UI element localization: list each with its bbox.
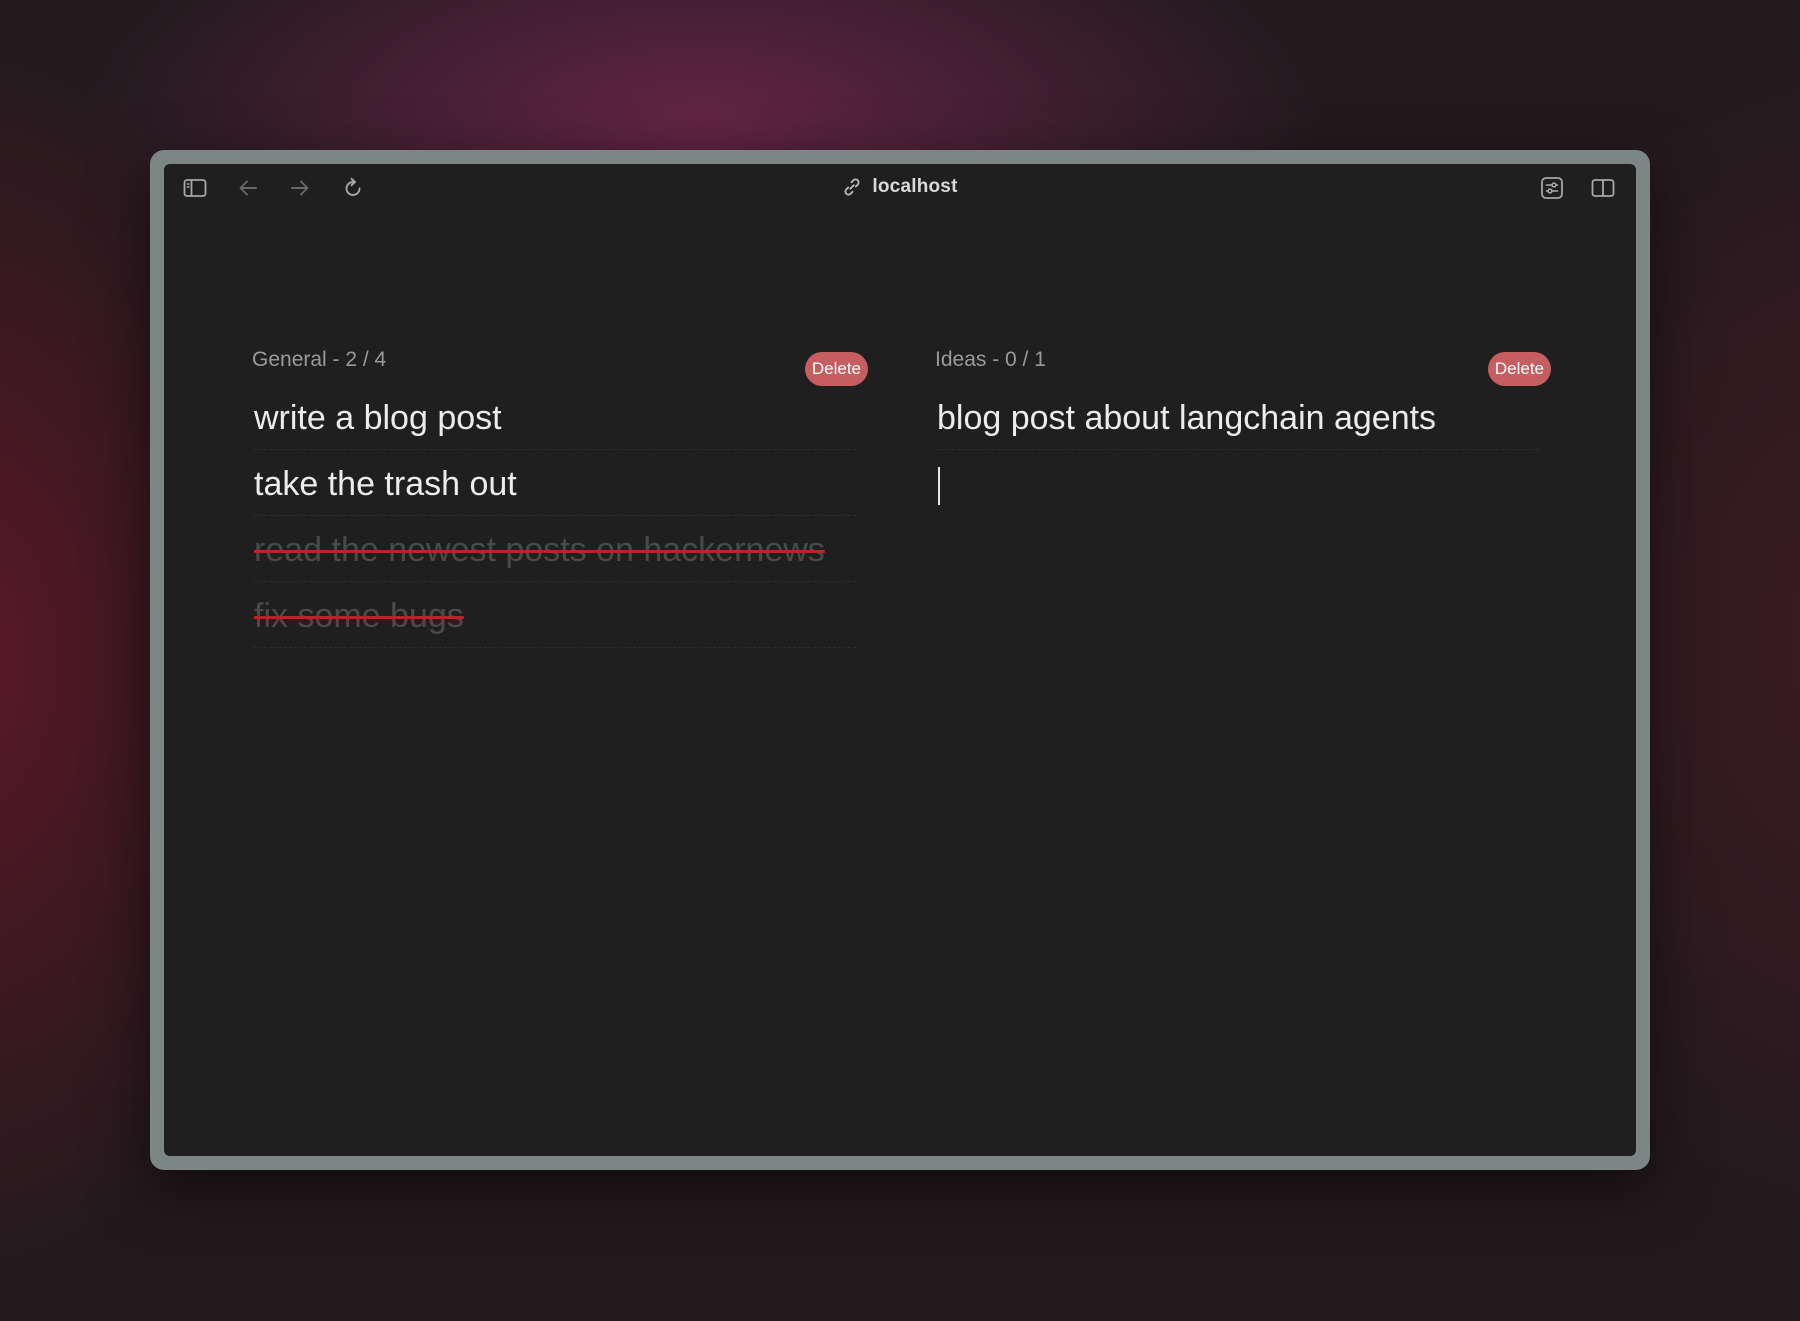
browser-toolbar: localhost xyxy=(164,164,1636,212)
todo-item[interactable]: blog post about langchain agents xyxy=(937,384,1539,450)
todo-item-completed[interactable]: fix some bugs xyxy=(254,582,856,648)
todo-item-text: write a blog post xyxy=(254,399,502,437)
todo-item-text: take the trash out xyxy=(254,465,517,503)
delete-list-button[interactable]: Delete xyxy=(1487,352,1551,386)
todo-item[interactable]: write a blog post xyxy=(254,384,856,450)
browser-window: localhost General - 2 / 4 Delete write a… xyxy=(164,164,1636,1156)
link-icon xyxy=(844,178,860,196)
split-view-icon xyxy=(1591,179,1615,197)
address-text: localhost xyxy=(872,176,958,197)
todo-item[interactable]: take the trash out xyxy=(254,450,856,516)
list-header: General - 2 / 4 Delete xyxy=(252,344,868,386)
list-title: Ideas - 0 / 1 xyxy=(935,348,1046,371)
sliders-icon xyxy=(1541,177,1563,199)
todo-item-text: fix some bugs xyxy=(254,597,464,635)
new-item-input[interactable] xyxy=(937,462,1537,506)
delete-list-button[interactable]: Delete xyxy=(804,352,868,386)
text-caret xyxy=(938,467,940,505)
todo-items: blog post about langchain agents xyxy=(935,384,1551,450)
todo-item-text: blog post about langchain agents xyxy=(937,399,1437,437)
todo-items: write a blog post take the trash out rea… xyxy=(252,384,868,648)
list-header: Ideas - 0 / 1 Delete xyxy=(935,344,1551,386)
todo-item-completed[interactable]: read the newest posts on hackernews xyxy=(254,516,856,582)
todo-list-general: General - 2 / 4 Delete write a blog post… xyxy=(252,344,868,648)
list-title: General - 2 / 4 xyxy=(252,348,387,371)
extensions-button[interactable] xyxy=(1538,174,1566,202)
split-view-button[interactable] xyxy=(1589,174,1617,202)
todo-list-ideas: Ideas - 0 / 1 Delete blog post about lan… xyxy=(935,344,1551,506)
address-bar[interactable]: localhost xyxy=(164,176,1636,198)
todo-item-text: read the newest posts on hackernews xyxy=(254,531,825,569)
